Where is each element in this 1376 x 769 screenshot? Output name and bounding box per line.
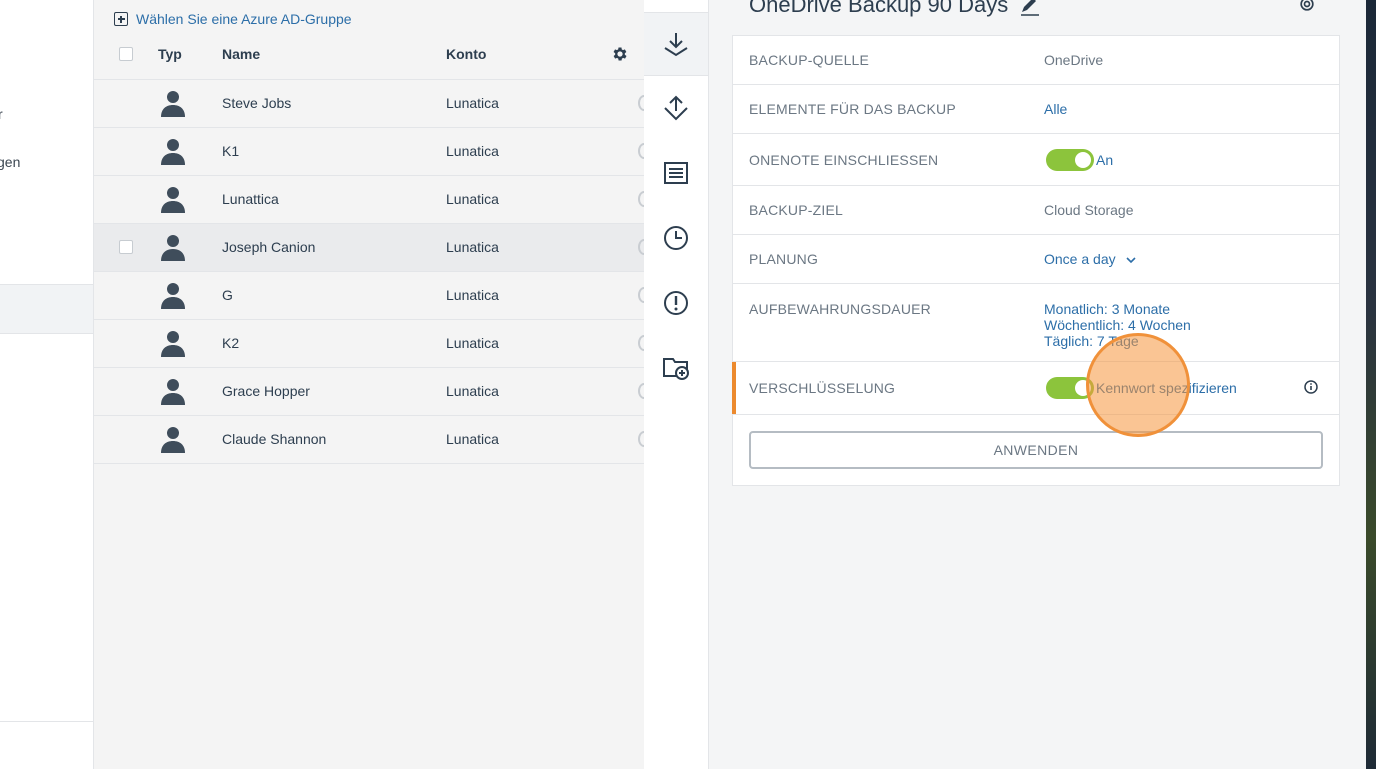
user-icon	[161, 235, 185, 261]
edit-pencil-icon[interactable]	[1019, 0, 1041, 16]
user-account: Lunatica	[446, 143, 499, 159]
onenote-label: ONENOTE EINSCHLIESSEN	[749, 152, 939, 168]
sidebar-item-selected[interactable]	[0, 284, 93, 334]
activity-log-tab[interactable]	[644, 142, 708, 204]
table-row[interactable]: Claude Shannon Lunatica	[94, 416, 650, 464]
sidebar-divider	[0, 721, 93, 722]
backup-tab[interactable]	[644, 12, 708, 76]
retention-monthly: Monatlich: 3 Monate	[1044, 301, 1171, 317]
schedule-dropdown[interactable]: Once a day	[1044, 251, 1136, 267]
user-icon	[161, 139, 185, 165]
schedule-label: PLANUNG	[749, 251, 819, 267]
encryption-label: VERSCHLÜSSELUNG	[749, 380, 896, 396]
row-retention: AUFBEWAHRUNGSDAUER Monatlich: 3 Monate W…	[733, 284, 1339, 362]
select-all-checkbox[interactable]	[119, 47, 133, 61]
sidebar-item[interactable]: r	[0, 106, 3, 122]
user-account: Lunatica	[446, 191, 499, 207]
add-square-icon	[114, 12, 128, 26]
backup-items-label: ELEMENTE FÜR DAS BACKUP	[749, 101, 956, 117]
user-name: Claude Shannon	[222, 431, 327, 447]
recovery-tab[interactable]	[644, 77, 708, 139]
row-checkbox[interactable]	[119, 240, 133, 254]
user-icon	[161, 331, 185, 357]
click-indicator	[1086, 333, 1190, 437]
onenote-toggle[interactable]	[1046, 149, 1094, 171]
row-backup-destination: BACKUP-ZIEL Cloud Storage	[733, 186, 1339, 235]
user-name: Steve Jobs	[222, 95, 292, 111]
user-icon	[161, 91, 185, 117]
user-table-body: Steve Jobs Lunatica K1 Lunatica Lunattic…	[94, 80, 650, 464]
user-account: Lunatica	[446, 287, 499, 303]
recovery-icon	[664, 95, 688, 121]
user-account: Lunatica	[446, 239, 499, 255]
table-row[interactable]: Lunattica Lunatica	[94, 176, 650, 224]
table-row[interactable]: K2 Lunatica	[94, 320, 650, 368]
onenote-toggle-state: An	[1096, 152, 1114, 168]
add-azure-group-label: Wählen Sie eine Azure AD-Gruppe	[136, 11, 352, 27]
download-icon	[664, 33, 688, 57]
backup-destination-label: BACKUP-ZIEL	[749, 202, 843, 218]
sidebar: r gen .	[0, 0, 94, 769]
backup-source-label: BACKUP-QUELLE	[749, 52, 870, 68]
sidebar-item[interactable]: gen	[0, 154, 20, 170]
history-icon	[664, 226, 688, 250]
user-name: G	[222, 287, 233, 303]
row-backup-items: ELEMENTE FÜR DAS BACKUP Alle	[733, 85, 1339, 134]
retention-label: AUFBEWAHRUNGSDAUER	[749, 301, 931, 317]
user-name: Joseph Canion	[222, 239, 316, 255]
add-azure-group-link[interactable]: Wählen Sie eine Azure AD-Gruppe	[114, 11, 352, 27]
user-name: Grace Hopper	[222, 383, 310, 399]
user-account: Lunatica	[446, 431, 499, 447]
table-row[interactable]: Grace Hopper Lunatica	[94, 368, 650, 416]
column-header-type[interactable]: Typ	[158, 46, 182, 62]
backup-destination-value: Cloud Storage	[1044, 202, 1134, 218]
backup-source-value: OneDrive	[1044, 52, 1104, 68]
table-row[interactable]: K1 Lunatica	[94, 128, 650, 176]
plan-details-card: BACKUP-QUELLE OneDrive ELEMENTE FÜR DAS …	[732, 35, 1340, 486]
row-encryption: VERSCHLÜSSELUNG Kennwort spezifizieren	[732, 362, 1339, 415]
column-settings-gear-icon[interactable]	[611, 45, 629, 63]
column-header-name[interactable]: Name	[222, 46, 260, 62]
row-backup-source: BACKUP-QUELLE OneDrive	[733, 36, 1339, 85]
add-folder-icon	[663, 358, 689, 380]
backup-plan-panel: OneDrive Backup 90 Days BACKUP-QUELLE On…	[709, 0, 1366, 769]
table-row[interactable]: Joseph Canion Lunatica	[94, 224, 650, 272]
apply-button[interactable]: ANWENDEN	[749, 431, 1323, 469]
column-header-account[interactable]: Konto	[446, 46, 486, 62]
table-header: Typ Name Konto	[94, 31, 644, 80]
user-icon	[161, 379, 185, 405]
alert-icon	[664, 291, 688, 315]
alerts-tab[interactable]	[644, 272, 708, 334]
sidebar-bottom-item[interactable]: .	[0, 742, 1, 758]
user-account: Lunatica	[446, 95, 499, 111]
user-name: K1	[222, 143, 240, 159]
background-window-edge	[1366, 0, 1376, 769]
info-icon[interactable]	[1304, 380, 1318, 394]
user-account: Lunatica	[446, 383, 499, 399]
retention-weekly: Wöchentlich: 4 Wochen	[1044, 317, 1191, 333]
action-icon-strip	[644, 0, 709, 769]
history-tab[interactable]	[644, 207, 708, 269]
table-row[interactable]: Steve Jobs Lunatica	[94, 80, 650, 128]
row-schedule: PLANUNG Once a day	[733, 235, 1339, 284]
user-account: Lunatica	[446, 335, 499, 351]
plan-settings-gear-icon[interactable]	[1297, 0, 1317, 14]
plan-title: OneDrive Backup 90 Days	[749, 0, 1009, 17]
toggle-knob	[1075, 152, 1091, 168]
activity-log-icon	[664, 162, 688, 184]
user-icon	[161, 187, 185, 213]
schedule-value: Once a day	[1044, 251, 1116, 267]
validation-accent-bar	[732, 362, 736, 414]
user-list-panel: Wählen Sie eine Azure AD-Gruppe Typ Name…	[94, 0, 650, 769]
add-folder-tab[interactable]	[644, 336, 708, 398]
table-row[interactable]: G Lunatica	[94, 272, 650, 320]
user-icon	[161, 427, 185, 453]
user-name: Lunattica	[222, 191, 279, 207]
user-icon	[161, 283, 185, 309]
user-name: K2	[222, 335, 240, 351]
row-onenote: ONENOTE EINSCHLIESSEN An	[733, 134, 1339, 186]
backup-items-link[interactable]: Alle	[1044, 101, 1067, 117]
chevron-down-icon	[1125, 257, 1136, 264]
